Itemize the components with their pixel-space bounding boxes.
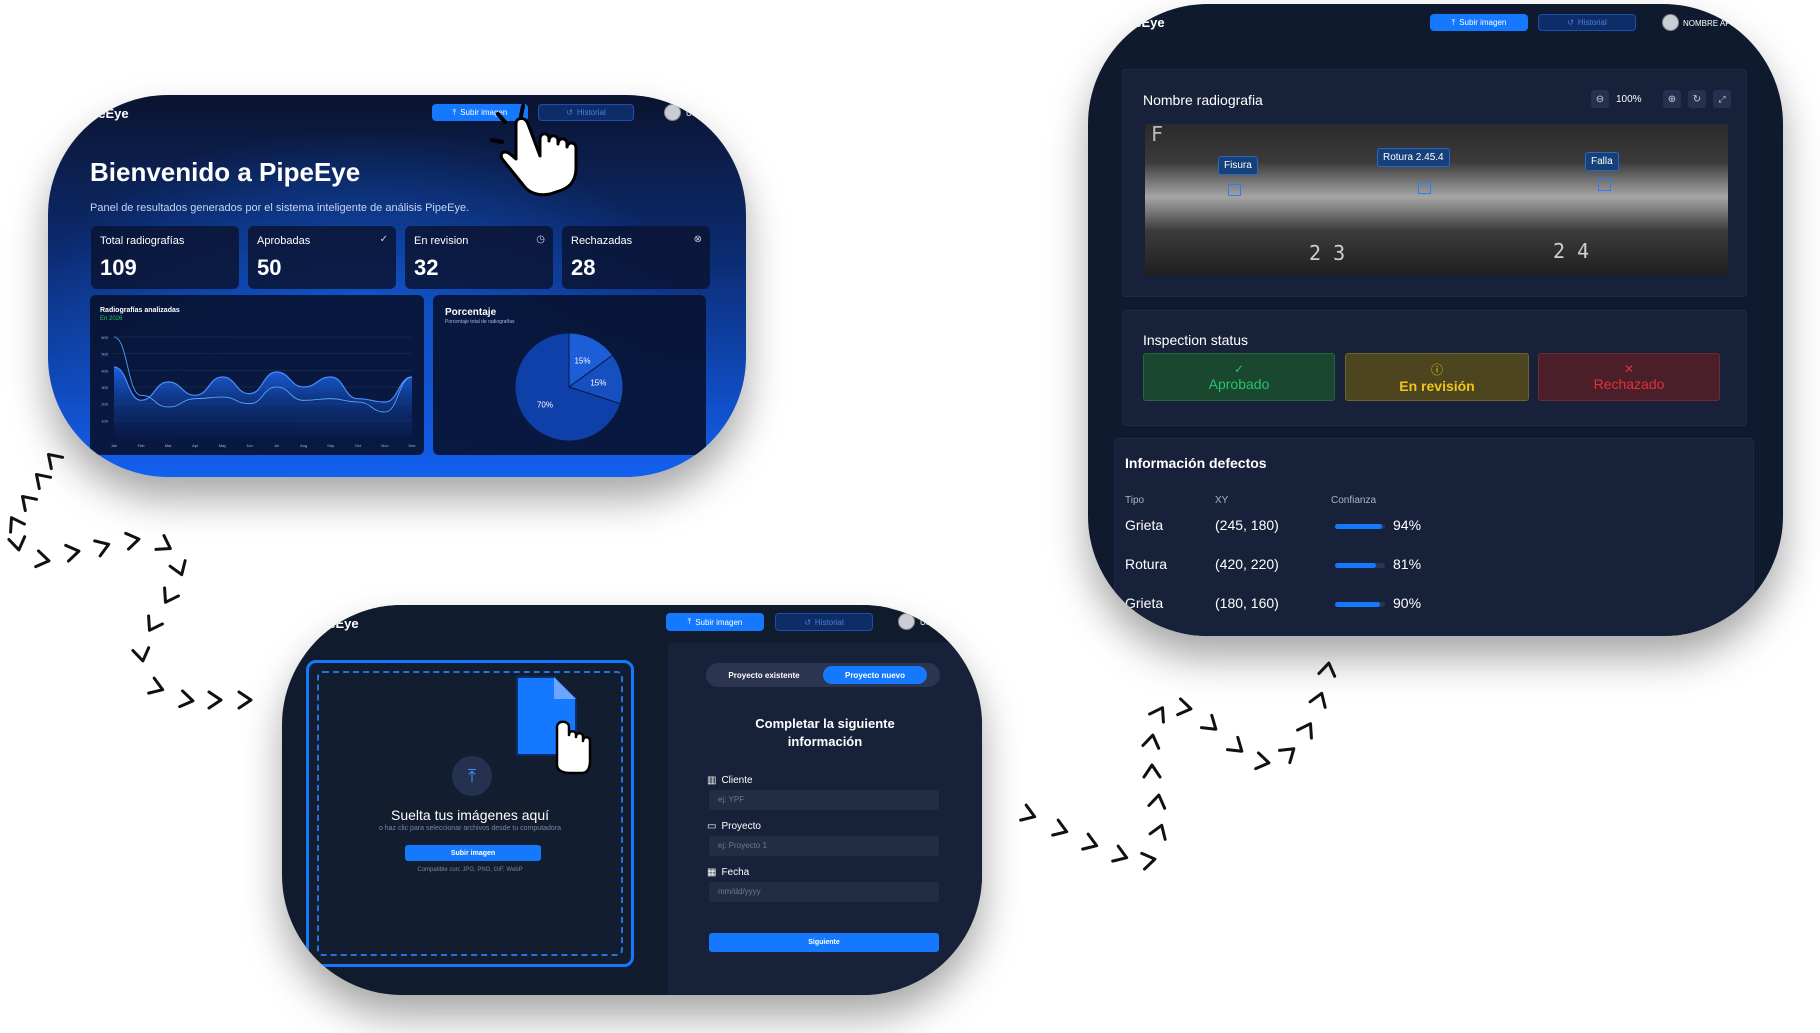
chevron-arrow-icon <box>1051 818 1069 837</box>
chevron-arrow-icon <box>1199 713 1218 731</box>
chevron-arrow-icon <box>178 689 195 709</box>
chevron-arrow-icon <box>147 614 164 632</box>
chevron-arrow-icon <box>46 452 65 471</box>
chevron-arrow-icon <box>131 646 151 663</box>
chevron-arrow-icon <box>1019 803 1037 822</box>
chevron-arrow-icon <box>1147 793 1167 810</box>
chevron-arrow-icon <box>1142 763 1162 779</box>
chevron-arrow-icon <box>1317 661 1337 678</box>
chevron-arrow-icon <box>1225 735 1244 753</box>
chevron-arrow-icon <box>1148 823 1167 841</box>
chevron-arrow-icon <box>154 534 172 551</box>
chevron-arrow-icon <box>1176 697 1193 717</box>
flow-arrows <box>7 452 1337 871</box>
chevron-arrow-icon <box>20 494 39 513</box>
chevron-arrow-icon <box>1308 691 1327 709</box>
chevron-arrow-icon <box>1296 722 1313 740</box>
chevron-arrow-icon <box>1081 832 1099 851</box>
chevron-arrow-icon <box>9 516 26 534</box>
chevron-arrow-icon <box>124 531 141 551</box>
chevron-arrow-icon <box>64 543 81 563</box>
chevron-arrow-icon <box>7 535 27 552</box>
chevron-arrow-icon <box>1148 706 1165 724</box>
chevron-arrow-icon <box>1277 747 1296 765</box>
chevron-arrow-icon <box>237 690 253 710</box>
chevron-arrow-icon <box>147 676 165 695</box>
chevron-arrow-icon <box>168 559 187 577</box>
chevron-arrow-icon <box>34 472 53 491</box>
chevron-arrow-icon <box>1141 733 1161 750</box>
chevron-arrow-icon <box>93 539 111 558</box>
chevron-arrow-icon <box>34 549 51 569</box>
chevron-arrow-icon <box>163 586 180 604</box>
chevron-arrow-icon <box>1140 851 1157 871</box>
chevron-arrow-icon <box>1254 751 1271 771</box>
chevron-arrow-icon <box>207 690 223 710</box>
chevron-arrow-icon <box>1111 844 1129 863</box>
